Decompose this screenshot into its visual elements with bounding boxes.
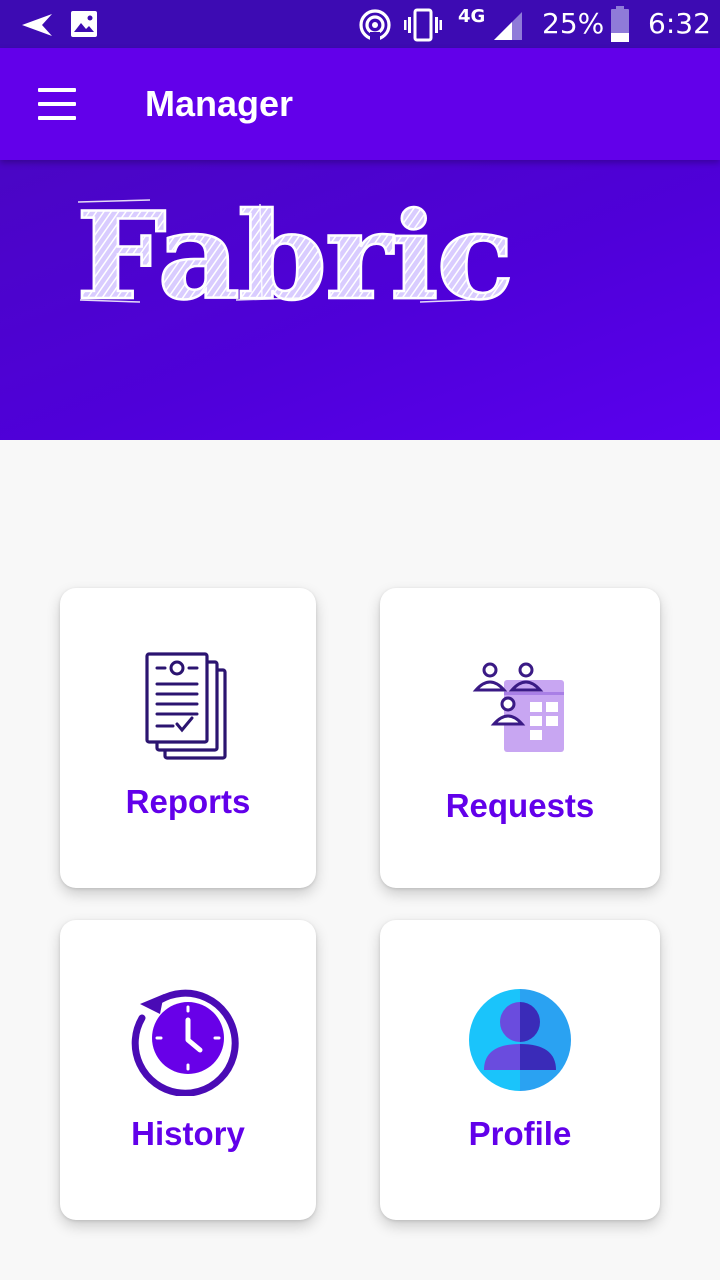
image-icon (71, 11, 97, 37)
svg-text:Fabric: Fabric (76, 186, 512, 327)
page-title: Manager (145, 83, 294, 124)
reports-icon (145, 652, 227, 760)
hotspot-icon (359, 9, 391, 42)
fabric-logo: Fabric (75, 185, 516, 329)
battery-percent: 25% (542, 7, 605, 40)
status-bar: 4G 25% 6:32 (0, 0, 720, 48)
app-bar: Manager (0, 48, 720, 160)
network-type: 4G (458, 6, 486, 27)
battery-icon (611, 6, 629, 42)
requests-label: Requests (445, 787, 595, 824)
history-card[interactable]: History (60, 920, 316, 1220)
profile-label: Profile (468, 1115, 572, 1152)
reports-label: Reports (125, 783, 251, 820)
history-label: History (131, 1115, 245, 1152)
signal-icon (494, 12, 522, 40)
banner: Fabric (0, 160, 720, 440)
profile-icon (469, 989, 571, 1091)
requests-icon (472, 662, 564, 752)
vibrate-icon (404, 8, 442, 42)
menu-button[interactable] (20, 78, 92, 130)
requests-card[interactable]: Requests (380, 588, 660, 888)
clock: 6:32 (648, 7, 711, 40)
send-icon (22, 14, 52, 36)
hamburger-menu-icon (38, 88, 76, 92)
history-icon (131, 989, 239, 1096)
reports-card[interactable]: Reports (60, 588, 316, 888)
profile-card[interactable]: Profile (380, 920, 660, 1220)
